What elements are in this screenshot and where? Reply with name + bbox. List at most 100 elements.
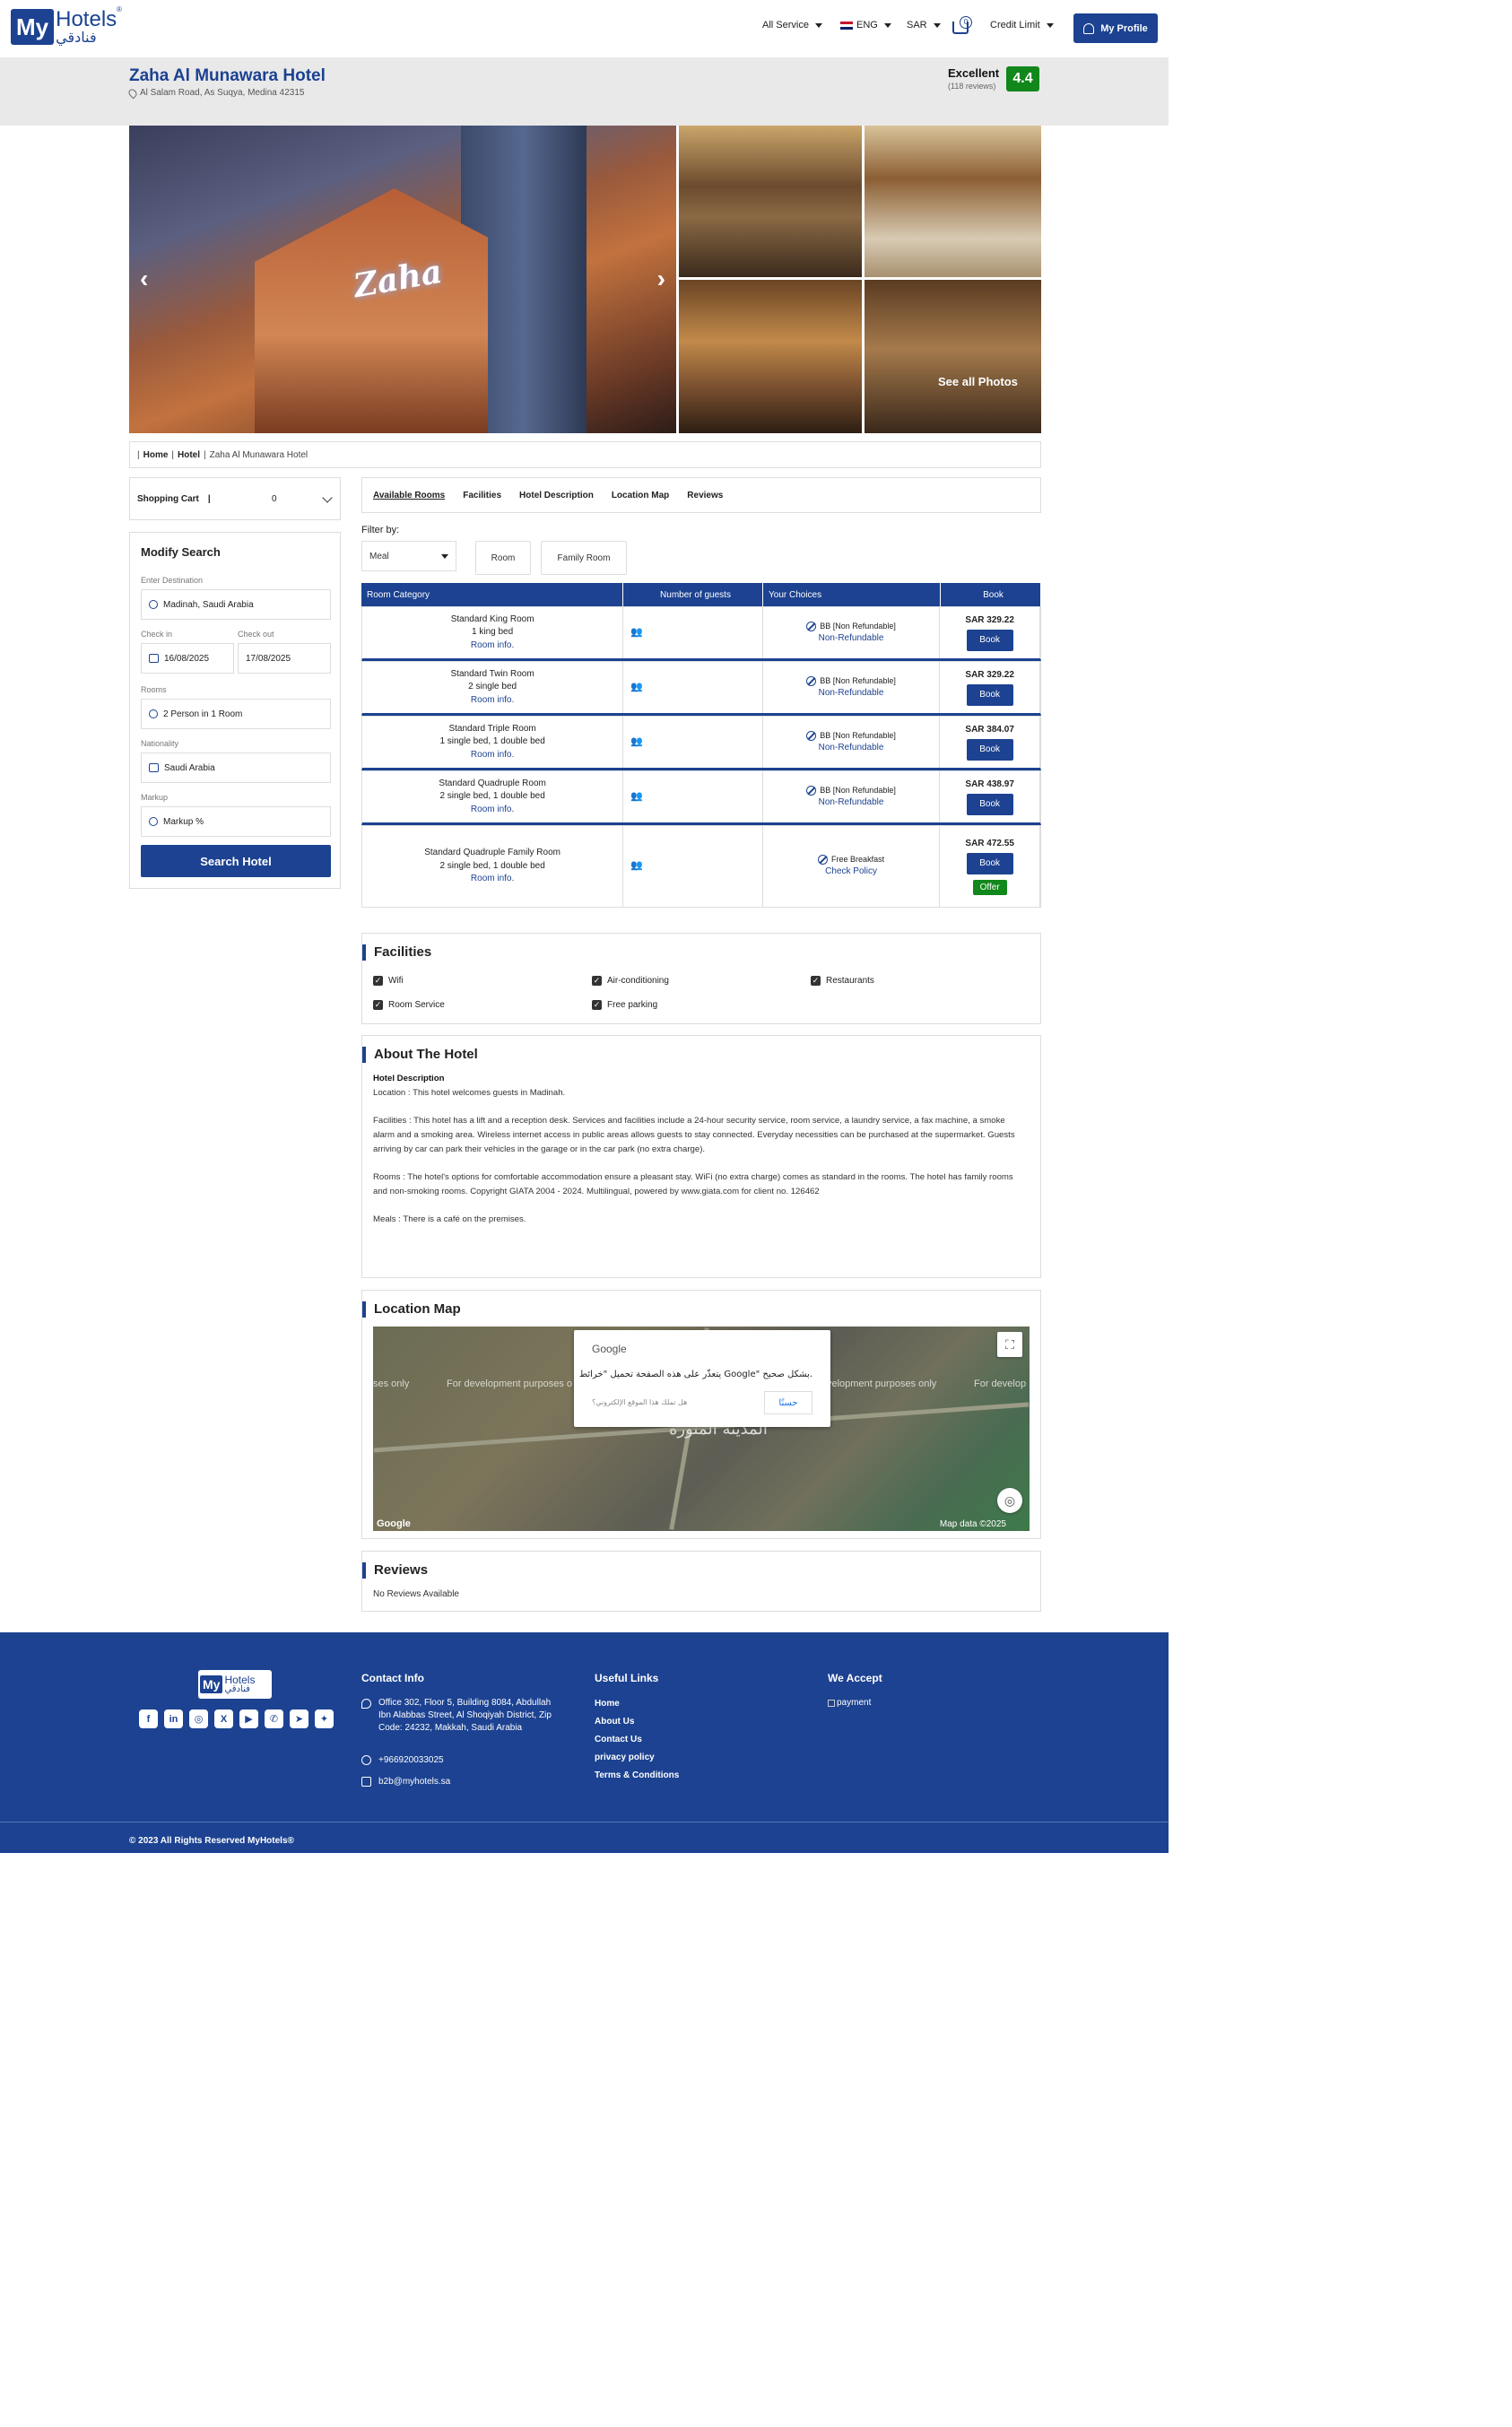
rooms-table: Room Category Number of guests Your Choi… [361, 583, 1041, 908]
footer-link-about[interactable]: About Us [595, 1717, 634, 1727]
room-name: Standard Quadruple Room [439, 778, 546, 788]
snapchat-icon[interactable]: ✦ [315, 1709, 334, 1728]
checkbox-checked-icon: ✓ [592, 1000, 602, 1010]
gallery-main-photo[interactable]: Zaha ‹ › [129, 126, 676, 433]
logo-my: My [11, 9, 55, 45]
currency-label: SAR [907, 20, 927, 30]
fullscreen-icon[interactable]: ⛶ [997, 1332, 1022, 1357]
facility-item: ✓ Free parking [592, 1000, 657, 1010]
checkin-input[interactable]: 16/08/2025 [141, 643, 234, 674]
nationality-value: Saudi Arabia [164, 762, 215, 773]
email-icon [361, 1776, 371, 1787]
chevron-down-icon [322, 492, 333, 503]
gallery-thumb-lobby[interactable] [679, 126, 862, 277]
offer-badge[interactable]: Offer [972, 880, 1007, 896]
see-all-photos-link[interactable]: See all Photos [938, 375, 1018, 388]
hotel-tabs: Available Rooms Facilities Hotel Descrip… [361, 477, 1041, 513]
room-name: Standard King Room [450, 613, 534, 624]
gallery-thumb-elevators[interactable] [679, 280, 862, 433]
linkedin-icon[interactable]: in [164, 1709, 183, 1728]
about-title: About The Hotel [362, 1047, 478, 1063]
tab-facilities[interactable]: Facilities [463, 491, 501, 500]
my-location-icon[interactable]: ◎ [997, 1488, 1022, 1513]
footer-address: Office 302, Floor 5, Building 8084, Abdu… [361, 1697, 559, 1735]
no-smoking-icon [806, 621, 817, 631]
footer-link-privacy[interactable]: privacy policy [595, 1753, 655, 1762]
reviews-empty-text: No Reviews Available [373, 1589, 459, 1599]
google-owner-question[interactable]: هل تملك هذا الموقع الإلكتروني؟ [592, 1398, 687, 1406]
book-button[interactable]: Book [966, 739, 1013, 761]
facility-label: Wifi [388, 976, 404, 986]
room-info-link[interactable]: Room info. [471, 639, 514, 653]
gallery-prev-icon[interactable]: ‹ [140, 265, 148, 293]
instagram-icon[interactable]: ◎ [189, 1709, 208, 1728]
shopping-cart-toggle[interactable]: Shopping Cart | 0 [129, 477, 341, 520]
markup-input[interactable]: Markup % [141, 806, 331, 837]
facebook-icon[interactable]: f [139, 1709, 158, 1728]
shopping-cart-count: 0 [272, 493, 277, 504]
social-links: f in ◎ X ▶ ✆ ➤ ✦ [139, 1709, 334, 1728]
meal-filter-select[interactable]: Meal [361, 541, 456, 571]
all-service-dropdown[interactable]: All Service [762, 20, 822, 30]
room-filter-button[interactable]: Room [475, 541, 531, 575]
footer-email[interactable]: b2b@myhotels.sa [361, 1776, 450, 1788]
currency-dropdown[interactable]: SAR [907, 20, 941, 30]
tab-reviews[interactable]: Reviews [687, 491, 723, 500]
book-button[interactable]: Book [966, 853, 1013, 875]
percent-icon [149, 817, 158, 826]
facility-label: Free parking [607, 1000, 658, 1010]
room-info-link[interactable]: Room info. [471, 873, 514, 886]
no-smoking-icon [806, 675, 817, 686]
gallery-thumb-desk[interactable] [865, 280, 1041, 433]
rooms-input[interactable]: 2 Person in 1 Room [141, 699, 331, 729]
location-pin-icon [149, 600, 158, 609]
book-button[interactable]: Book [966, 794, 1013, 816]
destination-label: Enter Destination [141, 576, 204, 585]
footer-link-terms[interactable]: Terms & Conditions [595, 1770, 679, 1780]
footer-link-home[interactable]: Home [595, 1699, 620, 1709]
facilities-section: Facilities ✓ Wifi ✓ Air-conditioning ✓ Rest… [361, 933, 1041, 1024]
room-info-link[interactable]: Room info. [471, 749, 514, 762]
checkbox-checked-icon: ✓ [373, 1000, 383, 1010]
copyright-text: © 2023 All Rights Reserved MyHotels® [129, 1836, 294, 1846]
whatsapp-icon[interactable]: ✆ [265, 1709, 283, 1728]
refund-policy: Non-Refundable [818, 632, 884, 643]
check-policy-link[interactable]: Check Policy [825, 866, 877, 879]
gallery-next-icon[interactable]: › [657, 265, 665, 293]
broken-image-icon [828, 1700, 835, 1707]
location-map-title: Location Map [362, 1301, 461, 1318]
rating-count: (118 reviews) [948, 82, 996, 91]
map-canvas[interactable]: ses only For development purposes o velo… [373, 1327, 1030, 1531]
gallery-thumb-reception[interactable] [865, 126, 1041, 277]
room-row: Standard Quadruple Room 2 single bed, 1 d… [361, 770, 1041, 825]
room-info-link[interactable]: Room info. [471, 804, 514, 817]
nationality-input[interactable]: Saudi Arabia [141, 752, 331, 783]
x-icon[interactable]: X [214, 1709, 233, 1728]
header-guests: Number of guests [623, 583, 763, 606]
telegram-icon[interactable]: ➤ [290, 1709, 308, 1728]
family-room-filter-button[interactable]: Family Room [541, 541, 627, 575]
tab-hotel-description[interactable]: Hotel Description [519, 491, 594, 500]
search-hotel-button[interactable]: Search Hotel [141, 845, 331, 877]
footer-link-contact[interactable]: Contact Us [595, 1735, 642, 1744]
destination-input[interactable]: Madinah, Saudi Arabia [141, 589, 331, 620]
filter-label: Filter by: [361, 525, 400, 535]
breadcrumb-sep: | [137, 449, 140, 460]
footer-phone[interactable]: +966920033025 [361, 1754, 444, 1767]
breadcrumb-home[interactable]: Home [143, 450, 169, 460]
credit-limit-dropdown[interactable]: Credit Limit [990, 20, 1054, 30]
breadcrumb-hotel[interactable]: Hotel [178, 450, 200, 460]
book-button[interactable]: Book [966, 630, 1013, 652]
youtube-icon[interactable]: ▶ [239, 1709, 258, 1728]
header-room-category: Room Category [361, 583, 623, 606]
footer-logo[interactable]: My Hotels فنادقي [198, 1670, 272, 1699]
google-ok-button[interactable]: حسنًا [764, 1391, 812, 1414]
tab-available-rooms[interactable]: Available Rooms [373, 491, 445, 500]
room-info-link[interactable]: Room info. [471, 694, 514, 708]
book-button[interactable]: Book [966, 684, 1013, 707]
tab-location-map[interactable]: Location Map [612, 491, 669, 500]
site-logo[interactable]: My Hotels فنادقي [11, 7, 126, 47]
checkout-input[interactable]: 17/08/2025 [238, 643, 331, 674]
language-dropdown[interactable]: ENG [840, 20, 891, 30]
my-profile-button[interactable]: My Profile [1073, 13, 1158, 43]
